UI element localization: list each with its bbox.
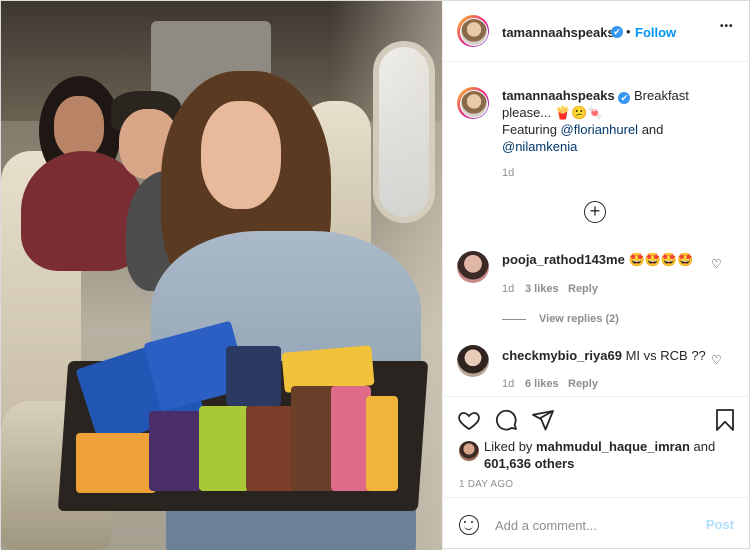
- commenter-avatar[interactable]: [457, 345, 489, 377]
- emoji-icon[interactable]: [459, 515, 479, 535]
- caption-and: and: [641, 122, 664, 137]
- share-icon[interactable]: [531, 408, 555, 432]
- comment-time[interactable]: 1d: [502, 378, 514, 390]
- biscuit-packet: [76, 433, 156, 493]
- biscuit-packet: [149, 411, 201, 491]
- mention-link[interactable]: @florianhurel: [561, 122, 639, 137]
- verified-badge-icon: ✔: [618, 92, 631, 104]
- post-button[interactable]: Post: [706, 517, 734, 532]
- reply-button[interactable]: Reply: [568, 283, 598, 295]
- biscuit-packet: [199, 406, 249, 491]
- liker-username[interactable]: mahmudul_haque_imran: [536, 439, 690, 454]
- comment-icon[interactable]: [494, 408, 518, 432]
- verified-badge-icon: ✔: [611, 26, 623, 38]
- follow-button[interactable]: Follow: [635, 25, 676, 40]
- comment-input[interactable]: [493, 510, 697, 540]
- liked-by-label: Liked by: [484, 439, 533, 454]
- comment-time[interactable]: 1d: [502, 283, 514, 295]
- biscuit-packet: [246, 406, 296, 491]
- caption-avatar[interactable]: [457, 87, 489, 119]
- person-face: [201, 101, 281, 209]
- author-avatar[interactable]: [457, 15, 489, 47]
- heart-icon[interactable]: [457, 408, 481, 432]
- comment-likes[interactable]: 3 likes: [525, 283, 559, 295]
- snack-packet: [226, 346, 281, 406]
- commenter-avatar[interactable]: [457, 251, 489, 283]
- load-more-comments-icon[interactable]: +: [584, 201, 606, 223]
- add-comment-bar: Post: [443, 497, 750, 549]
- caption-username[interactable]: tamannaahspeaks: [502, 88, 615, 103]
- comment-like-heart-icon[interactable]: ♡: [711, 257, 722, 271]
- comment-text: 🤩🤩🤩🤩: [628, 252, 694, 267]
- likes-and: and: [693, 439, 716, 454]
- caption-emojis: 🍟😕🍬: [554, 105, 604, 120]
- mention-link[interactable]: @nilamkenia: [502, 139, 577, 154]
- comment: pooja_rathod143me 🤩🤩🤩🤩: [502, 252, 693, 268]
- person-face: [54, 96, 104, 158]
- view-replies-button[interactable]: View replies (2): [539, 313, 619, 325]
- biscuit-packet: [331, 386, 371, 491]
- biscuit-packet: [366, 396, 398, 491]
- post-sidebar: tamannaahspeaks ✔ • Follow ••• tamannaah…: [442, 1, 750, 548]
- separator-dot: •: [626, 24, 631, 39]
- instagram-post: tamannaahspeaks ✔ • Follow ••• tamannaah…: [0, 0, 750, 550]
- view-replies-line: [502, 319, 526, 320]
- comment: checkmybio_riya69 MI vs RCB ??: [502, 348, 706, 363]
- comment-like-heart-icon[interactable]: ♡: [711, 353, 722, 367]
- caption-time[interactable]: 1d: [502, 167, 514, 179]
- comment-text: MI vs RCB ??: [625, 348, 706, 363]
- author-username[interactable]: tamannaahspeaks: [502, 25, 615, 40]
- reply-button[interactable]: Reply: [568, 378, 598, 390]
- likes-others[interactable]: 601,636 others: [484, 456, 574, 471]
- caption-featuring: Featuring: [502, 122, 557, 137]
- caption: tamannaahspeaks ✔ Breakfast please... 🍟😕…: [502, 87, 737, 155]
- comment-likes[interactable]: 6 likes: [525, 378, 559, 390]
- likes-line-1: Liked by mahmudul_haque_imran and: [484, 439, 715, 454]
- more-options-icon[interactable]: •••: [720, 21, 734, 32]
- bookmark-icon[interactable]: [713, 408, 737, 432]
- post-header: tamannaahspeaks ✔ • Follow •••: [443, 1, 750, 62]
- comment-username[interactable]: checkmybio_riya69: [502, 348, 622, 363]
- comment-username[interactable]: pooja_rathod143me: [502, 252, 625, 267]
- post-photo[interactable]: [1, 1, 442, 550]
- liker-avatar[interactable]: [459, 441, 479, 461]
- post-timestamp[interactable]: 1 DAY AGO: [459, 479, 513, 490]
